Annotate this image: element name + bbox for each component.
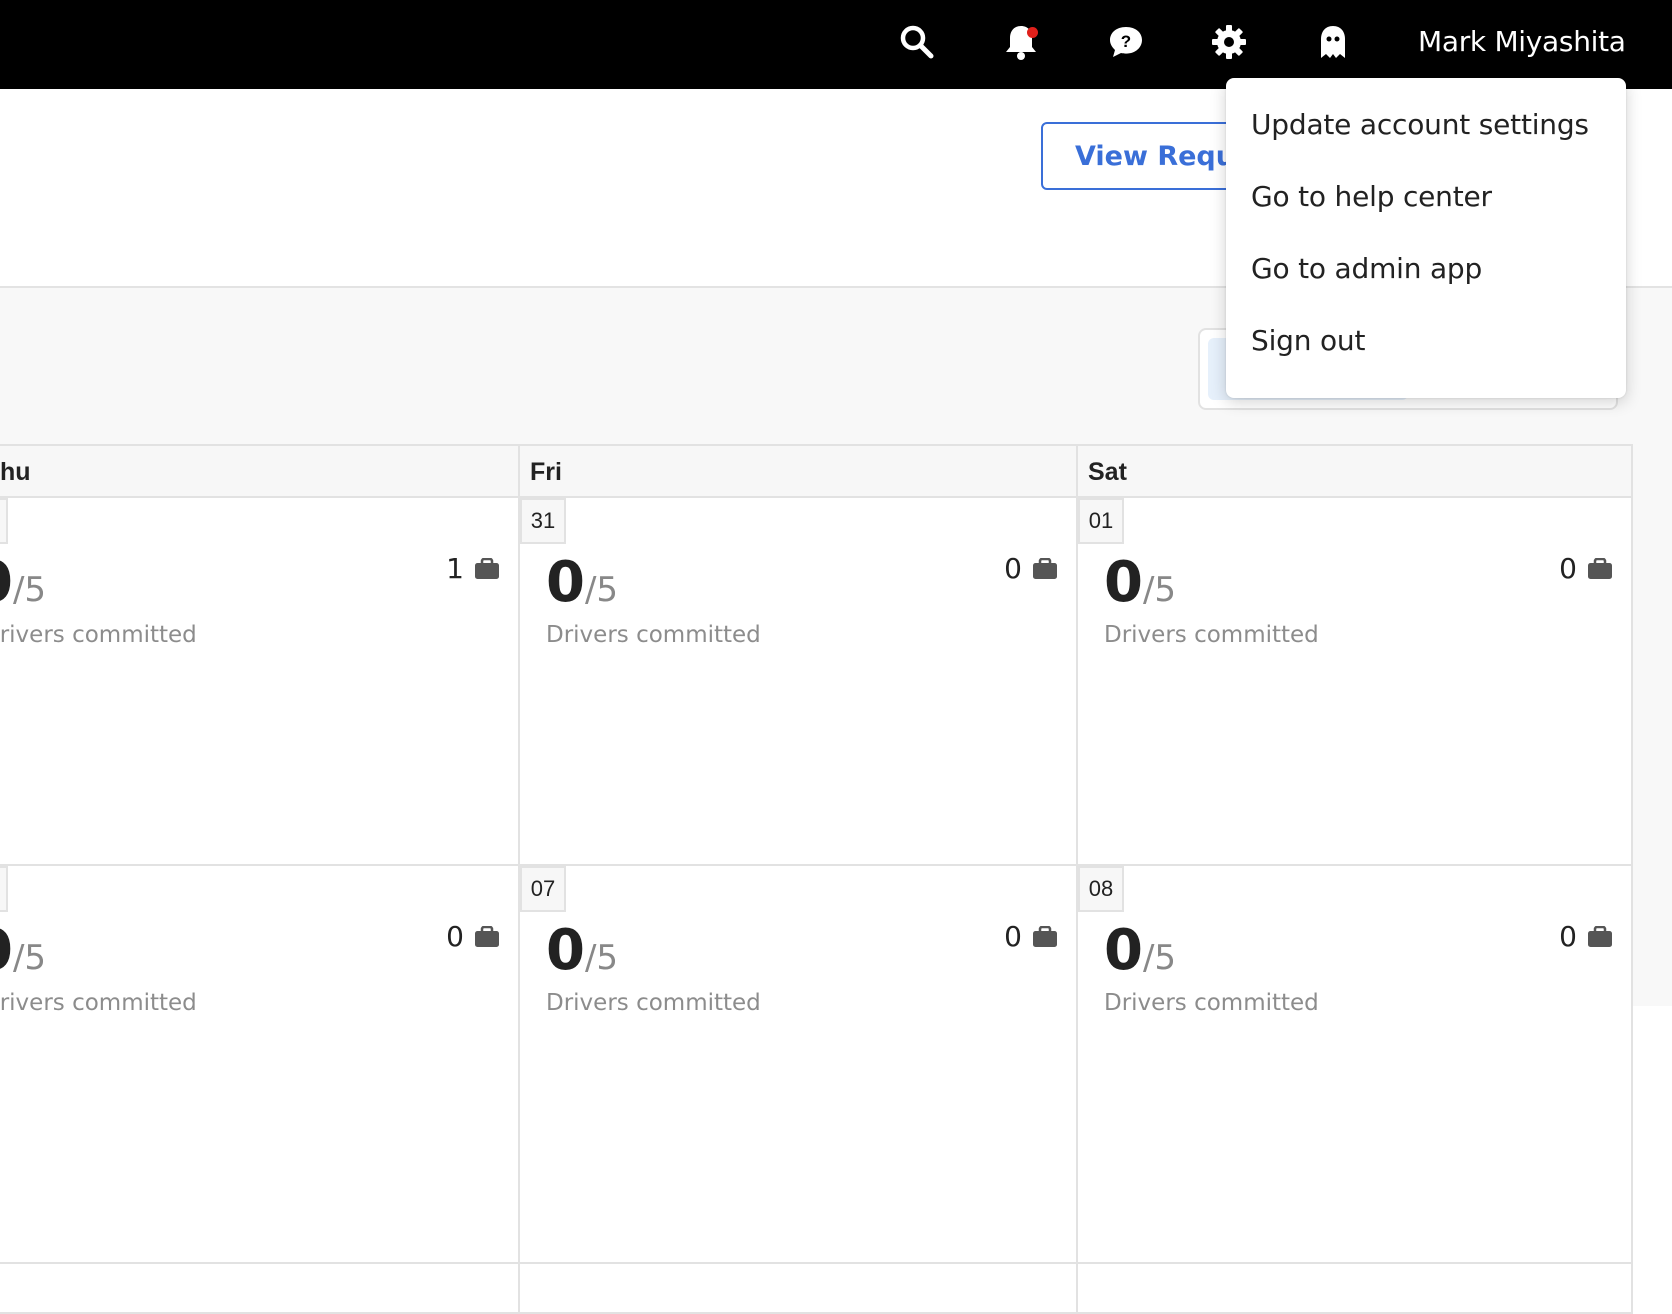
day-header: Sat [1076, 444, 1633, 498]
committed-number: 0 [0, 918, 13, 983]
job-count: 0 [1004, 552, 1058, 585]
committed-total: /5 [584, 938, 619, 978]
calendar-day-cell[interactable]: 08 0/5 Drivers committed 0 [1076, 864, 1633, 1264]
committed-count: 0/5 [546, 918, 618, 983]
committed-count: 0/5 [0, 550, 46, 615]
date-badge: 31 [520, 498, 566, 544]
committed-count: 0/5 [1104, 550, 1176, 615]
committed-count: 0/5 [0, 918, 46, 983]
job-count: 1 [446, 552, 500, 585]
menu-item-update-account-settings[interactable]: Update account settings [1251, 108, 1589, 141]
briefcase-icon [1033, 925, 1057, 947]
briefcase-icon [1588, 925, 1612, 947]
job-count: 0 [446, 920, 500, 953]
job-count-value: 0 [1004, 920, 1022, 953]
committed-number: 0 [1104, 918, 1143, 983]
committed-total: /5 [12, 938, 47, 978]
gear-icon[interactable] [1209, 22, 1249, 62]
committed-count: 0/5 [546, 550, 618, 615]
svg-text:?: ? [1121, 32, 1131, 51]
committed-number: 0 [1104, 550, 1143, 615]
job-count: 0 [1004, 920, 1058, 953]
chat-question-icon[interactable]: ? [1106, 22, 1146, 62]
committed-label: Drivers committed [0, 990, 197, 1016]
briefcase-icon [1033, 557, 1057, 579]
job-count-value: 0 [1004, 552, 1022, 585]
committed-number: 0 [546, 918, 585, 983]
committed-label: Drivers committed [1104, 990, 1319, 1016]
job-count: 0 [1559, 920, 1613, 953]
calendar-grid: hu Fri Sat 0/5 Drivers committed 1 31 0/… [0, 444, 1633, 1314]
committed-number: 0 [0, 550, 13, 615]
menu-item-help-center[interactable]: Go to help center [1251, 180, 1492, 213]
committed-count: 0/5 [1104, 918, 1176, 983]
user-name-menu[interactable]: Mark Miyashita [1418, 25, 1626, 58]
date-badge: 01 [1078, 498, 1124, 544]
ghost-icon[interactable] [1313, 22, 1353, 62]
date-badge: 07 [520, 866, 566, 912]
notification-badge [1027, 27, 1038, 38]
job-count-value: 0 [446, 920, 464, 953]
day-header: Fri [518, 444, 1078, 498]
briefcase-icon [1588, 557, 1612, 579]
search-icon[interactable] [897, 22, 937, 62]
committed-total: /5 [584, 570, 619, 610]
briefcase-icon [475, 925, 499, 947]
committed-label: Drivers committed [546, 622, 761, 648]
job-count: 0 [1559, 552, 1613, 585]
calendar-day-cell[interactable]: 07 0/5 Drivers committed 0 [518, 864, 1078, 1264]
top-nav-bar: ? Mark Miyashita [0, 0, 1672, 89]
date-badge [0, 866, 8, 912]
committed-total: /5 [12, 570, 47, 610]
day-header: hu [0, 444, 520, 498]
account-dropdown-menu: Update account settings Go to help cente… [1226, 78, 1626, 398]
job-count-value: 0 [1559, 552, 1577, 585]
committed-total: /5 [1142, 938, 1177, 978]
briefcase-icon [475, 557, 499, 579]
committed-total: /5 [1142, 570, 1177, 610]
menu-item-admin-app[interactable]: Go to admin app [1251, 252, 1482, 285]
date-badge [0, 498, 8, 544]
committed-label: Drivers committed [1104, 622, 1319, 648]
bell-icon[interactable] [1001, 22, 1041, 62]
menu-item-sign-out[interactable]: Sign out [1251, 324, 1365, 357]
calendar-day-cell[interactable]: 0/5 Drivers committed 0 [0, 864, 520, 1264]
committed-label: Drivers committed [546, 990, 761, 1016]
job-count-value: 1 [446, 552, 464, 585]
job-count-value: 0 [1559, 920, 1577, 953]
date-badge: 08 [1078, 866, 1124, 912]
committed-label: Drivers committed [0, 622, 197, 648]
committed-number: 0 [546, 550, 585, 615]
